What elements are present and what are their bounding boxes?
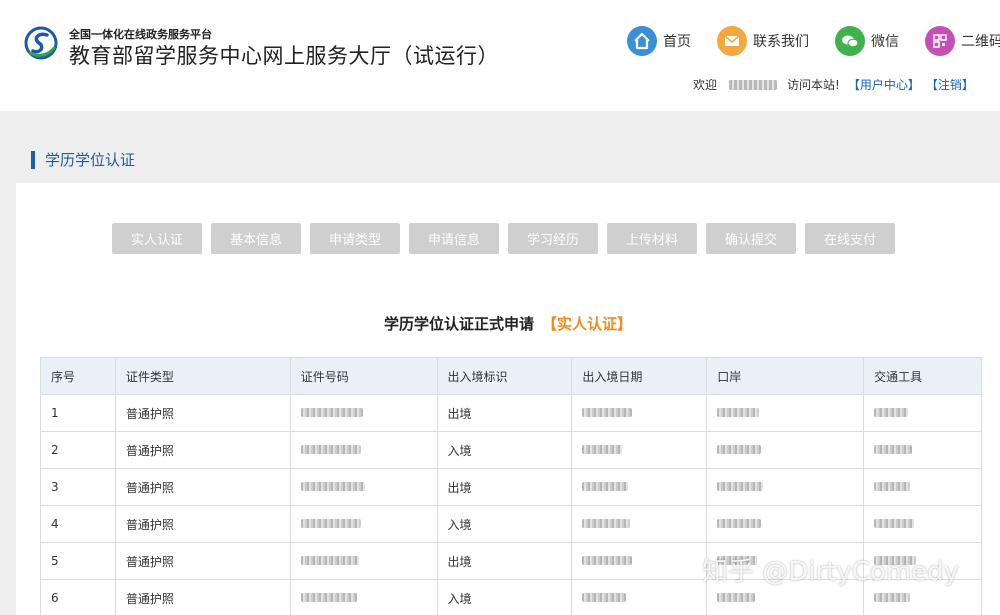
home-icon	[627, 26, 657, 56]
section-title: 学历学位认证	[31, 151, 135, 169]
table-row: 4 普通护照 入境	[40, 505, 982, 543]
transport-redacted	[863, 468, 982, 506]
direction: 入境	[436, 505, 573, 543]
welcome-prefix: 欢迎	[693, 78, 718, 92]
port-redacted	[706, 394, 865, 432]
nav-home[interactable]: 首页	[627, 25, 691, 57]
direction: 入境	[436, 579, 573, 615]
column-header: 交通工具	[863, 357, 982, 395]
transport-redacted	[863, 431, 982, 469]
site-header: 全国一体化在线政务服务平台 教育部留学服务中心网上服务大厅（试运行） 首页 联系…	[0, 0, 1000, 111]
row-index: 1	[40, 394, 116, 432]
step-tab[interactable]: 实人认证	[112, 223, 202, 254]
mail-icon	[717, 26, 747, 56]
step-tab[interactable]: 确认提交	[706, 223, 796, 254]
current-step-label: 【实人认证】	[542, 315, 633, 333]
column-header: 口岸	[706, 357, 865, 395]
welcome-suffix: 访问本站!	[787, 78, 840, 92]
direction: 出境	[436, 394, 573, 432]
step-tabs: 实人认证 基本信息 申请类型 申请信息 学习经历 上传材料 确认提交 在线支付	[112, 223, 904, 254]
table-header-row: 序号 证件类型 证件号码 出入境标识 出入境日期 口岸 交通工具	[40, 357, 982, 395]
qrcode-icon	[925, 26, 955, 56]
doc-type: 普通护照	[114, 505, 291, 543]
user-center-link[interactable]: 【用户中心】	[848, 76, 920, 93]
nav-wechat-label: 微信	[871, 34, 899, 50]
direction: 出境	[436, 542, 573, 580]
step-tab[interactable]: 申请类型	[310, 223, 400, 254]
doc-type: 普通护照	[114, 394, 291, 432]
form-heading: 学历学位认证正式申请 【实人认证】	[16, 313, 1000, 334]
nav-wechat[interactable]: 微信	[835, 25, 899, 57]
doc-number-redacted	[289, 431, 438, 469]
site-logo-icon[interactable]	[24, 26, 58, 60]
row-index: 5	[40, 542, 116, 580]
form-heading-text: 学历学位认证正式申请	[383, 315, 534, 333]
step-tab[interactable]: 学习经历	[508, 223, 598, 254]
row-index: 2	[40, 431, 116, 469]
port-redacted	[706, 468, 865, 506]
direction: 出境	[436, 468, 573, 506]
table-row: 1 普通护照 出境	[40, 394, 982, 432]
date-redacted	[571, 431, 708, 469]
site-title: 教育部留学服务中心网上服务大厅（试运行）	[69, 44, 499, 68]
nav-qrcode[interactable]: 二维码	[925, 25, 1000, 57]
doc-type: 普通护照	[114, 431, 291, 469]
table-row: 3 普通护照 出境	[40, 468, 982, 506]
date-redacted	[571, 394, 708, 432]
doc-number-redacted	[289, 394, 438, 432]
nav-contact-label: 联系我们	[753, 34, 809, 50]
doc-number-redacted	[289, 542, 438, 580]
column-header: 出入境标识	[436, 357, 573, 395]
table-row: 2 普通护照 入境	[40, 431, 982, 469]
row-index: 6	[40, 579, 116, 615]
nav-qrcode-label: 二维码	[961, 34, 1000, 50]
logout-link[interactable]: 【注销】	[926, 76, 974, 93]
transport-redacted	[863, 505, 982, 543]
column-header: 序号	[40, 357, 116, 395]
doc-number-redacted	[289, 579, 438, 615]
username-redacted	[729, 79, 778, 90]
row-index: 3	[40, 468, 116, 506]
watermark: 知乎 @DirtyComedy	[702, 557, 960, 587]
transport-redacted	[863, 394, 982, 432]
step-tab[interactable]: 基本信息	[211, 223, 301, 254]
date-redacted	[571, 468, 708, 506]
doc-number-redacted	[289, 505, 438, 543]
step-tab[interactable]: 在线支付	[805, 223, 895, 254]
nav-home-label: 首页	[663, 34, 691, 50]
port-redacted	[706, 431, 865, 469]
date-redacted	[571, 505, 708, 543]
welcome-bar: 欢迎 访问本站! 【用户中心】 【注销】	[693, 76, 974, 93]
date-redacted	[571, 579, 708, 615]
column-header: 证件号码	[289, 357, 438, 395]
doc-type: 普通护照	[114, 579, 291, 615]
port-redacted	[706, 505, 865, 543]
direction: 入境	[436, 431, 573, 469]
doc-type: 普通护照	[114, 468, 291, 506]
row-index: 4	[40, 505, 116, 543]
column-header: 出入境日期	[571, 357, 708, 395]
date-redacted	[571, 542, 708, 580]
column-header: 证件类型	[114, 357, 291, 395]
step-tab[interactable]: 申请信息	[409, 223, 499, 254]
step-tab[interactable]: 上传材料	[607, 223, 697, 254]
wechat-icon	[835, 26, 865, 56]
doc-type: 普通护照	[114, 542, 291, 580]
doc-number-redacted	[289, 468, 438, 506]
nav-contact[interactable]: 联系我们	[717, 25, 809, 57]
